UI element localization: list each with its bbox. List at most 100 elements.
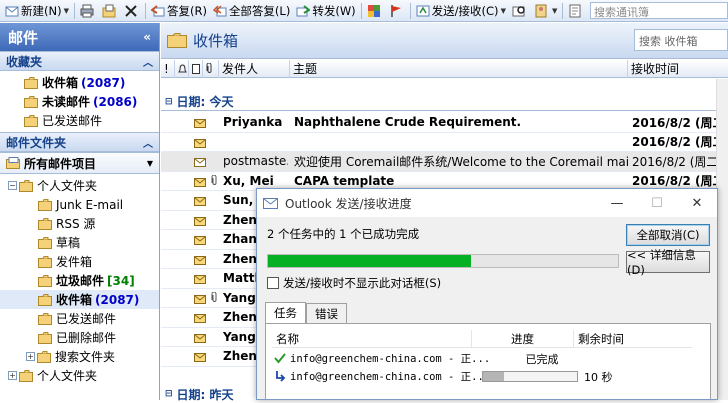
task-name-column-header[interactable]: 名称 (272, 330, 472, 348)
reply-all-button[interactable]: 全部答复(L) (210, 1, 293, 21)
message-subject: Naphthalene Crude Requirement. (294, 115, 522, 130)
find-button[interactable] (509, 1, 531, 21)
folder-tree-item[interactable]: 发件箱 (0, 252, 159, 271)
reminder-bell-icon[interactable] (175, 59, 189, 78)
message-subject: CAPA template (294, 173, 395, 188)
overall-progress-bar (267, 254, 619, 268)
address-book-button[interactable]: ▼ (531, 1, 560, 21)
expand-icon[interactable]: + (8, 371, 17, 380)
address-book-search-input[interactable]: 搜索通讯簿 (590, 2, 728, 19)
unread-mail-icon (194, 254, 206, 265)
collapse-chevron-icon[interactable]: ︿ (143, 135, 153, 150)
favorite-item[interactable]: 未读邮件 (2086) (0, 92, 159, 111)
message-row[interactable]: postmaste... 欢迎使用 Coremail邮件系统/Welcome to… (161, 152, 728, 172)
minimize-button[interactable]: — (597, 189, 637, 217)
message-row[interactable]: 2016/8/2 (周二) 1 (161, 133, 728, 152)
task-row[interactable]: info@greenchem-china.com - 正... 已完成 (272, 350, 692, 367)
icon-column-header[interactable] (189, 59, 203, 78)
close-button[interactable]: ✕ (677, 189, 717, 217)
dialog-titlebar[interactable]: Outlook 发送/接收进度 — ☐ ✕ (257, 189, 717, 217)
subject-column-header[interactable]: 主题 (290, 59, 628, 78)
folder-tree-item[interactable]: − 个人文件夹 (0, 176, 159, 195)
collapse-chevron-icon[interactable]: ︿ (143, 54, 153, 69)
tab-errors[interactable]: 错误 (306, 303, 347, 323)
chevron-down-icon: ▼ (500, 6, 506, 15)
toolbar-divider (144, 2, 146, 19)
inbox-title: 收件箱 (193, 32, 239, 50)
task-progress-text: 已完成 (525, 352, 559, 366)
tab-tasks[interactable]: 任务 (265, 302, 306, 323)
folder-tree-item[interactable]: + 搜索文件夹 (0, 347, 159, 366)
move-to-folder-button[interactable] (99, 1, 121, 21)
favorite-item[interactable]: 已发送邮件 (0, 111, 159, 130)
collapse-group-icon[interactable]: ⊟ (165, 97, 173, 107)
dont-show-checkbox-row[interactable]: 发送/接收时不显示此对话框(S) (267, 275, 441, 291)
inbox-search-input[interactable]: 搜索 收件箱 (634, 29, 728, 51)
reply-button-label: 答复(R) (166, 3, 207, 18)
folder-tree-item[interactable]: 已发送邮件 (0, 309, 159, 328)
all-items-icon (6, 157, 21, 169)
task-progress-column-header[interactable]: 进度 (472, 330, 574, 348)
dont-show-checkbox[interactable] (267, 277, 279, 289)
reply-button[interactable]: 答复(R) (148, 1, 210, 21)
mail-folders-header-label: 邮件文件夹 (6, 135, 67, 150)
task-account-name: info@greenchem-china.com - 正... (290, 353, 491, 365)
folder-tree-item[interactable]: 垃圾邮件 [34] (0, 271, 159, 290)
categorize-button[interactable] (364, 1, 386, 21)
attachment-column-header[interactable] (203, 59, 219, 78)
message-sender: postmaste... (223, 154, 288, 169)
collapse-group-icon[interactable]: ⊟ (165, 389, 173, 399)
message-row[interactable]: Priyanka Naphthalene Crude Requirement. 20… (161, 113, 728, 133)
delete-button[interactable] (121, 1, 143, 21)
task-row[interactable]: info@greenchem-china.com - 正... 10 秒 (272, 368, 692, 385)
collapse-pane-icon[interactable]: « (143, 30, 151, 44)
favorite-item-count: (2086) (93, 94, 138, 109)
print-icon (80, 4, 94, 18)
categorize-icon (367, 4, 381, 18)
folder-icon (19, 179, 34, 192)
forward-button[interactable]: 转发(W) (293, 1, 358, 21)
forward-icon (296, 4, 312, 18)
unread-mail-icon (194, 312, 206, 323)
received-column-header[interactable]: 接收时间 (628, 60, 724, 78)
cancel-all-button[interactable]: 全部取消(C) (626, 224, 710, 246)
maximize-button[interactable]: ☐ (637, 189, 677, 217)
collapse-icon[interactable]: − (8, 181, 17, 190)
paperclip-icon (206, 63, 212, 73)
folder-tree-item[interactable]: + 个人文件夹 (0, 366, 159, 385)
importance-column-header[interactable]: ! (161, 59, 175, 78)
task-remaining-column-header[interactable]: 剩余时间 (574, 330, 684, 348)
dialog-tabs: 任务 错误 (265, 302, 347, 323)
new-button[interactable]: 新建(N) ▼ (2, 1, 72, 21)
message-received-date: 2016/8/2 (周二) 1 (632, 174, 728, 189)
message-received-date: 2016/8/2 (周二) 16 (632, 154, 728, 169)
details-toggle-label: << 详细信息(D) (627, 248, 696, 277)
from-column-header[interactable]: 发件人 (219, 59, 290, 78)
details-toggle-button[interactable]: << 详细信息(D) (626, 248, 710, 277)
message-sender: Priyanka (223, 115, 283, 130)
follow-up-button[interactable] (386, 1, 408, 21)
print-button[interactable] (77, 1, 99, 21)
folder-tree-item[interactable]: 已删除邮件 (0, 328, 159, 347)
favorites-list: 收件箱 (2087) 未读邮件 (2086) 已发送邮件 (0, 71, 159, 130)
folder-icon (24, 114, 39, 127)
send-receive-icon (416, 4, 430, 18)
folder-tree-item-label: 已删除邮件 (56, 331, 117, 345)
message-sender: Xu, Mei (223, 173, 274, 188)
folder-tree-item[interactable]: 收件箱 (2087) (0, 290, 159, 309)
favorite-item[interactable]: 收件箱 (2087) (0, 73, 159, 92)
favorite-item-label: 已发送邮件 (42, 114, 103, 128)
address-book-open-button[interactable] (565, 1, 587, 21)
expand-icon[interactable]: + (26, 352, 35, 361)
folder-tree-item[interactable]: Junk E-mail (0, 195, 159, 214)
folder-tree-item[interactable]: 草稿 (0, 233, 159, 252)
favorites-header[interactable]: 收藏夹 ︿ (0, 51, 159, 71)
all-mail-items-selector[interactable]: 所有邮件项目 ▼ (0, 152, 159, 174)
send-receive-button[interactable]: 发送/接收(C) ▼ (413, 1, 509, 21)
folder-tree-item[interactable]: RSS 源 (0, 214, 159, 233)
dropdown-arrow-icon[interactable]: ▼ (147, 159, 153, 168)
read-mail-icon (194, 156, 206, 167)
group-header-today[interactable]: ⊟ 日期: 今天 (161, 93, 728, 111)
folder-tree-item-label: RSS 源 (56, 217, 96, 231)
mail-folders-header[interactable]: 邮件文件夹 ︿ (0, 132, 159, 152)
